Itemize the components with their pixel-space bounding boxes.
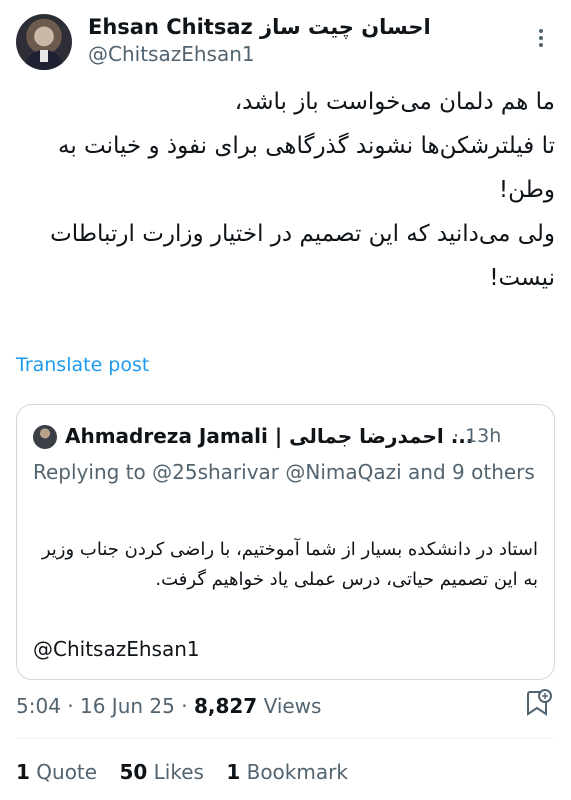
bookmarks-stat[interactable]: 1 Bookmark bbox=[226, 760, 348, 784]
author-handle[interactable]: @ChitsazEhsan1 bbox=[88, 40, 431, 68]
translate-post-link[interactable]: Translate post bbox=[16, 354, 149, 376]
quoted-post-card[interactable]: Ahmadreza Jamali | احمدرضا جمالی ... · 1… bbox=[16, 404, 555, 680]
author-name-block[interactable]: Ehsan Chitsaz احسان چیت ساز @ChitsazEhsa… bbox=[88, 14, 431, 68]
replying-to-mentions: @25sharivar @NimaQazi bbox=[152, 460, 402, 484]
author-avatar[interactable] bbox=[16, 14, 72, 70]
post-time[interactable]: 5:04 bbox=[16, 694, 61, 718]
likes-count: 50 bbox=[119, 760, 148, 784]
post-date[interactable]: 16 Jun 25 bbox=[80, 694, 175, 718]
replying-to-line: Replying to @25sharivar @NimaQazi and 9 … bbox=[33, 457, 538, 487]
quotes-stat[interactable]: 1 Quote bbox=[16, 760, 97, 784]
post-line: ولی می‌دانید که این تصمیم در اختیار وزار… bbox=[50, 221, 555, 291]
quotes-count: 1 bbox=[16, 760, 30, 784]
more-options-icon[interactable] bbox=[529, 26, 553, 50]
post-body: ما هم دلمان می‌خواست باز باشد، تا فیلترش… bbox=[16, 80, 555, 300]
post-stats: 1 Quote 50 Likes 1 Bookmark bbox=[16, 760, 364, 784]
quoted-post-header: Ahmadreza Jamali | احمدرضا جمالی ... · 1… bbox=[33, 424, 538, 451]
replying-to-suffix: and 9 others bbox=[401, 460, 535, 484]
post-line: تا فیلترشکن‌ها نشوند گذرگاهی برای نفوذ و… bbox=[58, 133, 555, 203]
divider bbox=[16, 738, 555, 739]
quoted-author-avatar bbox=[33, 425, 57, 449]
quotes-label: Quote bbox=[36, 760, 98, 784]
bookmark-menu-icon[interactable] bbox=[523, 688, 553, 718]
post-header: Ehsan Chitsaz احسان چیت ساز @ChitsazEhsa… bbox=[16, 14, 555, 74]
post-line: ما هم دلمان می‌خواست باز باشد، bbox=[234, 89, 555, 115]
bookmarks-count: 1 bbox=[226, 760, 241, 784]
replying-to-prefix: Replying to bbox=[33, 460, 153, 484]
views-label: Views bbox=[263, 694, 322, 718]
quoted-post-mention: @ChitsazEhsan1 bbox=[33, 637, 200, 661]
likes-label: Likes bbox=[153, 760, 204, 784]
post-meta: 5:04 · 16 Jun 25 · 8,827 Views bbox=[16, 694, 322, 718]
quoted-post-text: استاد در دانشکده بسیار از شما آموختیم، ب… bbox=[41, 539, 538, 590]
views-count: 8,827 bbox=[193, 694, 258, 718]
quoted-post-time: · 13h bbox=[453, 425, 502, 447]
bookmarks-label: Bookmark bbox=[246, 760, 348, 784]
quoted-author-name: Ahmadreza Jamali | احمدرضا جمالی ... bbox=[65, 424, 474, 448]
author-display-name[interactable]: Ehsan Chitsaz احسان چیت ساز bbox=[88, 14, 431, 40]
likes-stat[interactable]: 50 Likes bbox=[119, 760, 204, 784]
